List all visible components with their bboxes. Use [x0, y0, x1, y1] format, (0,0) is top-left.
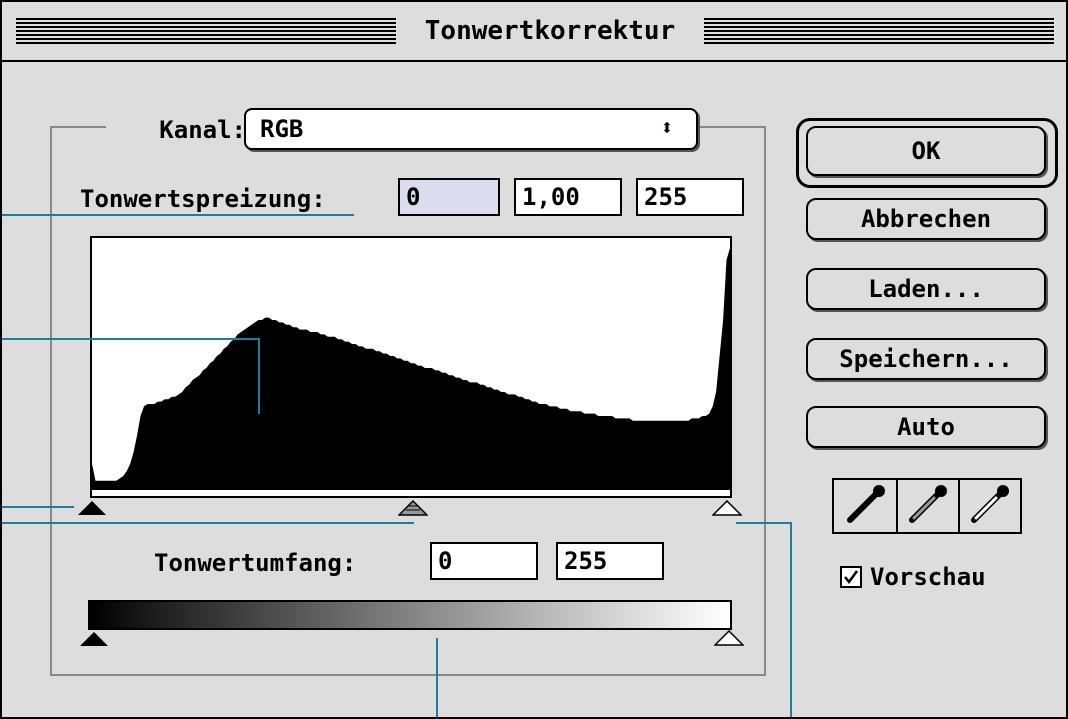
save-button[interactable]: Speichern...: [806, 338, 1046, 380]
title-bar-stripes-right: [704, 18, 1054, 44]
callout-line-black-slider: [2, 506, 74, 508]
up-down-arrows-icon: ⬍: [660, 116, 674, 141]
output-black-field[interactable]: 0: [430, 542, 538, 580]
channel-select[interactable]: RGB ⬍: [244, 108, 698, 150]
gray-eyedropper-icon: [909, 485, 947, 523]
window-title: Tonwertkorrektur: [400, 12, 700, 50]
output-gradient-bar: [88, 600, 732, 630]
black-eyedropper-icon: [847, 485, 885, 523]
input-slider-track[interactable]: [90, 490, 732, 498]
input-white-slider-handle[interactable]: [711, 499, 743, 516]
histogram-graph: [92, 248, 730, 488]
output-levels-label: Tonwertumfang:: [154, 549, 357, 577]
input-black-field[interactable]: 0: [398, 178, 500, 216]
callout-line-input-levels: [2, 214, 354, 216]
load-button[interactable]: Laden...: [806, 268, 1046, 310]
output-white-slider-handle[interactable]: [713, 629, 745, 646]
ok-button[interactable]: OK: [806, 126, 1046, 176]
white-eyedropper-button[interactable]: [960, 480, 1020, 532]
channel-select-value: RGB: [260, 115, 304, 143]
preview-label: Vorschau: [870, 563, 986, 591]
title-bar[interactable]: Tonwertkorrektur: [2, 2, 1066, 62]
output-white-field[interactable]: 255: [556, 542, 664, 580]
checkmark-icon: [844, 570, 859, 585]
histogram-panel: [90, 236, 732, 490]
callout-line-white-slider-vertical: [790, 522, 792, 717]
output-black-slider-handle[interactable]: [80, 632, 108, 646]
input-levels-label: Tonwertspreizung:: [80, 185, 326, 213]
input-white-field[interactable]: 255: [636, 178, 744, 216]
callout-line-white-slider: [736, 522, 792, 524]
callout-line-gradient: [436, 638, 438, 717]
channel-label: Kanal:: [106, 110, 250, 150]
auto-button[interactable]: Auto: [806, 406, 1046, 448]
cancel-button[interactable]: Abbrechen: [806, 198, 1046, 240]
black-eyedropper-button[interactable]: [834, 480, 898, 532]
callout-line-gamma-slider: [2, 522, 414, 524]
input-black-slider-handle[interactable]: [78, 501, 106, 515]
callout-line-histogram: [2, 338, 260, 340]
levels-dialog: Tonwertkorrektur Kanal: RGB ⬍ Tonwertspr…: [0, 0, 1068, 719]
gray-eyedropper-button[interactable]: [898, 480, 960, 532]
input-gamma-field[interactable]: 1,00: [514, 178, 622, 216]
eyedropper-group: [832, 478, 1022, 534]
input-gamma-slider-handle[interactable]: [397, 499, 429, 516]
title-bar-stripes-left: [16, 18, 396, 44]
callout-line-histogram-vertical: [258, 338, 260, 414]
histogram-area: [92, 248, 730, 488]
white-eyedropper-icon: [971, 485, 1009, 523]
preview-checkbox[interactable]: [840, 566, 862, 588]
